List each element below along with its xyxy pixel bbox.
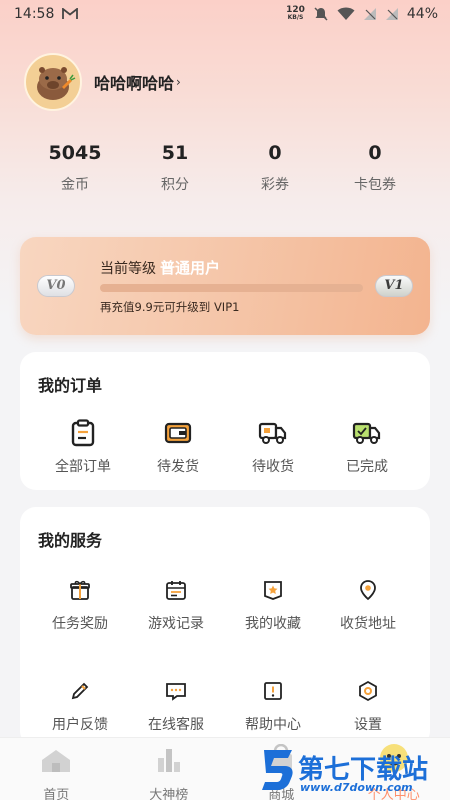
stat-label: 卡包券 [354, 177, 396, 193]
next-level-badge: V1 [375, 275, 413, 297]
vip-level-name: 普通用户 [160, 259, 221, 277]
profile-header[interactable]: 哈哈啊哈哈 › [24, 53, 181, 111]
service-settings[interactable]: 设置 [320, 676, 416, 734]
stats-row: 5045 金币 51 积分 0 彩券 0 卡包券 [0, 140, 450, 194]
status-time: 14:58 [14, 6, 55, 22]
signal-1-icon [363, 7, 377, 21]
service-label: 我的收藏 [245, 616, 301, 632]
clipboard-icon [35, 418, 131, 448]
services-title: 我的服务 [38, 531, 103, 550]
stat-value: 0 [268, 142, 282, 164]
order-completed-label: 已完成 [346, 459, 388, 475]
site-watermark: 第七下载站 www.d7down.com [256, 740, 450, 800]
service-user-feedback[interactable]: 用户反馈 [32, 676, 128, 734]
net-speed: 120 KB/S [286, 5, 305, 22]
home-icon [0, 744, 113, 774]
service-label: 设置 [354, 717, 382, 733]
gmail-icon [62, 7, 79, 20]
help-icon [225, 676, 321, 706]
vip-current-label: 当前等级 [100, 261, 156, 277]
service-label: 在线客服 [148, 717, 204, 733]
calendar-icon [128, 575, 224, 605]
service-task-rewards[interactable]: 任务奖励 [32, 575, 128, 633]
stat-label: 金币 [61, 177, 89, 193]
service-online-support[interactable]: 在线客服 [128, 676, 224, 734]
nav-label: 首页 [43, 788, 70, 800]
orders-title: 我的订单 [38, 376, 103, 395]
order-pending-receipt-label: 待收货 [252, 459, 294, 475]
service-label: 收货地址 [340, 616, 396, 632]
capybara-avatar-icon [37, 67, 76, 100]
pencil-icon [32, 676, 128, 706]
truck-icon [225, 418, 321, 448]
stat-points[interactable]: 51 积分 [125, 140, 225, 194]
bell-muted-icon [313, 6, 329, 22]
order-pending-receipt[interactable]: 待收货 [225, 418, 321, 476]
vip-current-level: 当前等级 普通用户 [100, 257, 220, 278]
vip-progress-bar [100, 284, 363, 292]
service-game-records[interactable]: 游戏记录 [128, 575, 224, 633]
my-services-card: 我的服务 任务奖励 游戏记录 我的收藏 收货地址 用户反馈 在线客服 帮助中心 … [20, 507, 430, 747]
settings-icon [320, 676, 416, 706]
wifi-icon [337, 7, 355, 21]
my-orders-card: 我的订单 全部订单 待发货 待收货 已完成 [20, 352, 430, 490]
location-icon [320, 575, 416, 605]
watermark-logo-icon [262, 750, 293, 790]
stat-label: 积分 [161, 177, 189, 193]
service-label: 游戏记录 [148, 616, 204, 632]
nav-home[interactable]: 首页 [0, 738, 113, 800]
username[interactable]: 哈哈啊哈哈 [94, 70, 174, 94]
stat-lottery[interactable]: 0 彩券 [225, 140, 325, 194]
service-label: 任务奖励 [52, 616, 108, 632]
status-bar: 14:58 120 KB/S 44% [0, 0, 450, 28]
order-all[interactable]: 全部订单 [35, 418, 131, 476]
stat-label: 彩券 [261, 177, 289, 193]
service-help-center[interactable]: 帮助中心 [225, 676, 321, 734]
service-label: 用户反馈 [52, 717, 108, 733]
profile-arrow-icon[interactable]: › [176, 75, 181, 89]
order-pending-shipment-label: 待发货 [157, 459, 199, 475]
service-label: 帮助中心 [245, 717, 301, 733]
truck-done-icon [319, 418, 415, 448]
vip-upgrade-hint: 再充值9.9元可升级到 VIP1 [100, 300, 240, 314]
watermark-url: www.d7down.com [300, 781, 413, 794]
service-shipping-address[interactable]: 收货地址 [320, 575, 416, 633]
stat-value: 0 [368, 142, 382, 164]
battery-level: 44% [406, 6, 438, 22]
chat-icon [128, 676, 224, 706]
vip-level-card[interactable]: V0 当前等级 普通用户 再充值9.9元可升级到 VIP1 V1 [20, 237, 430, 335]
gift-icon [32, 575, 128, 605]
order-completed[interactable]: 已完成 [319, 418, 415, 476]
avatar[interactable] [24, 53, 82, 111]
wallet-icon [130, 418, 226, 448]
stat-value: 51 [161, 142, 189, 164]
service-my-favorites[interactable]: 我的收藏 [225, 575, 321, 633]
stat-card-coupons[interactable]: 0 卡包券 [325, 140, 425, 194]
current-level-badge: V0 [37, 275, 75, 297]
nav-label: 大神榜 [149, 788, 189, 800]
star-box-icon [225, 575, 321, 605]
nav-ranking[interactable]: 大神榜 [113, 738, 226, 800]
order-all-label: 全部订单 [55, 459, 111, 475]
signal-2-icon [385, 7, 399, 21]
order-pending-shipment[interactable]: 待发货 [130, 418, 226, 476]
stat-gold-coins[interactable]: 5045 金币 [25, 140, 125, 194]
stat-value: 5045 [48, 142, 102, 164]
ranking-icon [113, 744, 226, 774]
